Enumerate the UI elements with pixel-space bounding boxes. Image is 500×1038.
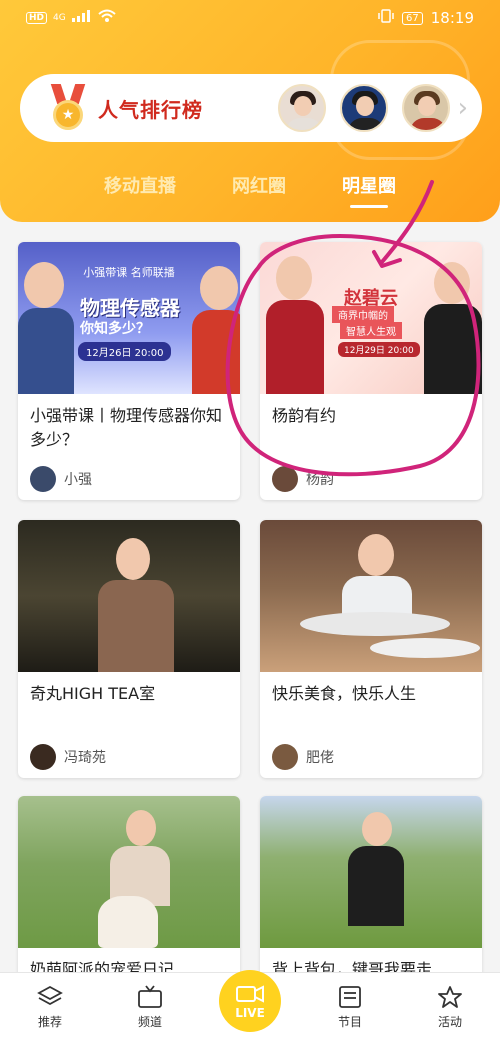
video-card[interactable]: 小强带课 名师联播 物理传感器 你知多少？ 12月26日 20:00 小强带课丨… bbox=[18, 242, 240, 500]
ranking-title: 人气排行榜 bbox=[98, 97, 203, 122]
card-author[interactable]: 杨韵 bbox=[260, 456, 482, 500]
program-icon bbox=[337, 985, 363, 1009]
ranking-avatar[interactable] bbox=[339, 84, 388, 132]
camera-icon bbox=[235, 983, 265, 1006]
category-tabs: 移动直播 网红圈 明星圈 bbox=[0, 172, 500, 208]
author-name: 杨韵 bbox=[306, 472, 334, 488]
signal-icon bbox=[71, 10, 92, 26]
card-title: 小强带课丨物理传感器你知多少？ bbox=[30, 406, 223, 449]
avatar bbox=[272, 466, 298, 492]
ranking-avatar[interactable] bbox=[401, 84, 450, 132]
video-card[interactable]: 奇丸HIGH TEA室 冯琦苑 bbox=[18, 520, 240, 778]
status-bar: HD 4G 67 18:19 bbox=[0, 0, 500, 36]
nav-label: 活动 bbox=[437, 1015, 462, 1029]
promo-date: 12月26日 20:00 bbox=[78, 342, 172, 361]
promo-heading: 物理传感器 bbox=[80, 296, 180, 320]
medal-icon: ★ bbox=[50, 84, 86, 132]
card-author[interactable]: 小强 bbox=[18, 456, 240, 500]
card-author[interactable]: 肥佬 bbox=[260, 734, 482, 778]
nav-program[interactable]: 节目 bbox=[315, 985, 385, 1030]
author-name: 肥佬 bbox=[306, 750, 334, 766]
nav-label: 频道 bbox=[137, 1015, 162, 1029]
nav-recommend[interactable]: 推荐 bbox=[15, 985, 85, 1030]
author-name: 冯琦苑 bbox=[64, 750, 106, 766]
card-author[interactable]: 冯琦苑 bbox=[18, 734, 240, 778]
tab-mobile-live[interactable]: 移动直播 bbox=[104, 172, 176, 208]
ranking-banner[interactable]: ★ 人气排行榜 › bbox=[20, 74, 482, 142]
card-thumbnail bbox=[260, 796, 482, 948]
card-thumbnail: 小强带课 名师联播 物理传感器 你知多少？ 12月26日 20:00 bbox=[18, 242, 240, 394]
video-card[interactable]: 快乐美食，快乐人生 肥佬 bbox=[260, 520, 482, 778]
card-thumbnail bbox=[18, 796, 240, 948]
wifi-icon bbox=[98, 9, 116, 27]
tab-celebrity[interactable]: 明星圈 bbox=[342, 172, 396, 208]
chevron-right-icon[interactable]: › bbox=[458, 93, 468, 123]
avatar bbox=[30, 744, 56, 770]
card-title: 快乐美食，快乐人生 bbox=[272, 684, 417, 703]
nav-label: 推荐 bbox=[37, 1015, 62, 1029]
tab-influencer[interactable]: 网红圈 bbox=[232, 172, 286, 208]
battery-icon: 67 bbox=[402, 11, 423, 25]
promo-subheading: 你知多少？ bbox=[80, 321, 150, 337]
ranking-avatar[interactable] bbox=[277, 84, 326, 132]
signal-label: 4G bbox=[53, 13, 66, 23]
nav-activity[interactable]: 活动 bbox=[415, 985, 485, 1030]
vibrate-icon bbox=[378, 9, 394, 27]
clock: 18:19 bbox=[430, 9, 474, 27]
card-title: 杨韵有约 bbox=[272, 406, 337, 425]
header: HD 4G 67 18:19 ★ 人气排行榜 › 移动直播 网红圈 明星圈 bbox=[0, 0, 500, 222]
promo-tagline: 商界巾帼的 bbox=[332, 306, 394, 323]
card-thumbnail: 赵碧云 商界巾帼的 智慧人生观 12月29日 20:00 bbox=[260, 242, 482, 394]
live-label: LIVE bbox=[235, 1005, 265, 1020]
card-thumbnail bbox=[18, 520, 240, 672]
promo-tagline: 智慧人生观 bbox=[340, 322, 402, 339]
star-icon bbox=[437, 985, 463, 1009]
video-card[interactable]: 赵碧云 商界巾帼的 智慧人生观 12月29日 20:00 杨韵有约 杨韵 bbox=[260, 242, 482, 500]
avatar bbox=[30, 466, 56, 492]
promo-date: 12月29日 20:00 bbox=[338, 342, 420, 357]
avatar bbox=[272, 744, 298, 770]
tv-icon bbox=[137, 985, 163, 1009]
hd-badge: HD bbox=[26, 12, 48, 24]
author-name: 小强 bbox=[64, 472, 92, 488]
nav-label: 节目 bbox=[337, 1015, 362, 1029]
card-thumbnail bbox=[260, 520, 482, 672]
layers-icon bbox=[37, 985, 63, 1009]
nav-channel[interactable]: 频道 bbox=[115, 985, 185, 1030]
live-button[interactable]: LIVE bbox=[219, 970, 281, 1032]
card-title: 奇丸HIGH TEA室 bbox=[30, 684, 156, 703]
